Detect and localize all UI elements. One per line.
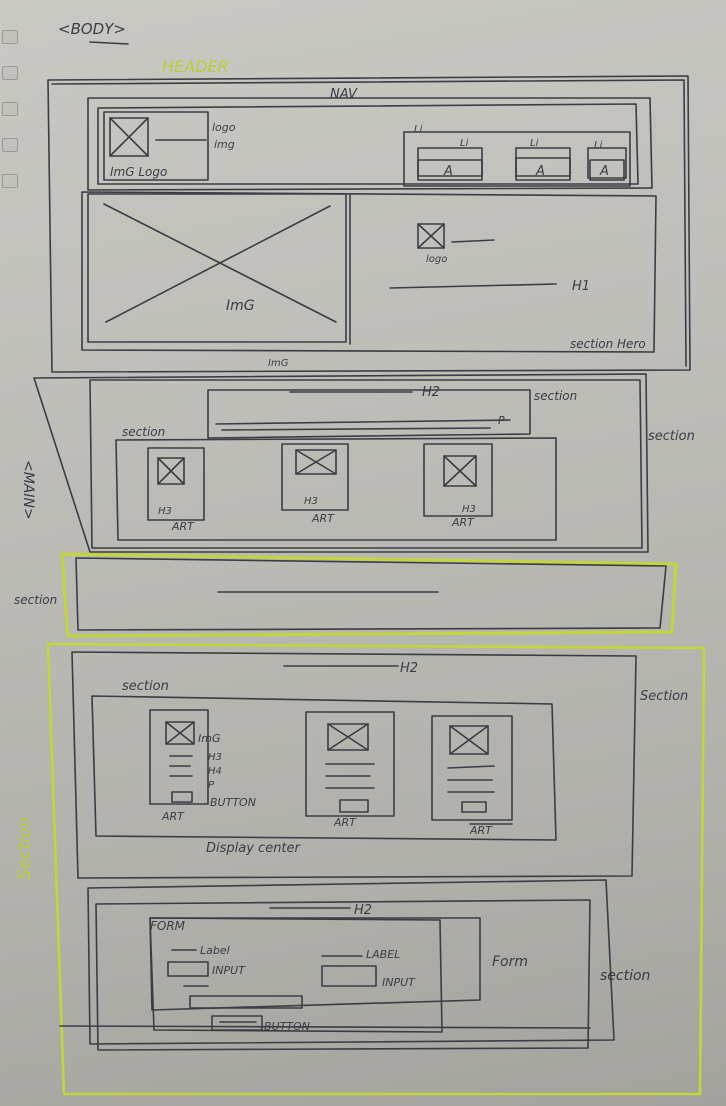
logo-label: logo — [212, 121, 236, 134]
h4-label: H4 — [208, 766, 222, 777]
li-label: Li — [530, 138, 539, 149]
img-logo-label: ImG Logo — [110, 165, 167, 179]
section-banner-label: section — [14, 593, 57, 607]
field-label: Label — [200, 944, 230, 957]
art-label: ART — [451, 516, 475, 529]
img-small-label: img — [214, 138, 235, 151]
section-label: section — [534, 389, 577, 403]
section-label: section — [122, 425, 165, 439]
h3-label: H3 — [304, 496, 318, 507]
art-label: ART — [311, 512, 335, 525]
section-hero-label: section Hero — [570, 337, 646, 351]
product-card — [431, 715, 513, 821]
body-underline — [89, 41, 129, 45]
p-label: P — [208, 780, 215, 791]
card-button[interactable] — [171, 791, 193, 803]
art-label: ART — [171, 520, 195, 533]
li-label: Li — [460, 138, 469, 149]
form-label: FORM — [150, 919, 186, 933]
p-label: P — [498, 414, 505, 427]
main-label: <MAIN> — [20, 460, 36, 520]
art-label: ART — [469, 824, 493, 837]
nav-link-a[interactable]: A — [599, 164, 609, 179]
article-card — [423, 443, 493, 517]
h2-label: H2 — [422, 385, 440, 400]
art-label: ART — [333, 816, 357, 829]
card-button[interactable] — [461, 801, 487, 813]
section-banner-frame — [60, 552, 678, 638]
section-big-label: Section — [15, 817, 35, 880]
header-label: HEADER — [162, 57, 229, 76]
wireframe-sketch: <BODY> HEADER NAV logo img ImG Logo Li L… — [14, 20, 706, 1096]
section-form-frame — [87, 879, 615, 1045]
h3-label: H3 — [158, 506, 172, 517]
hero-h1-line — [389, 283, 557, 289]
text-input[interactable] — [167, 961, 209, 977]
art-label: ART — [161, 810, 185, 823]
section-side-label: section — [600, 968, 650, 984]
nav-label: NAV — [330, 87, 358, 102]
hero-logo-label: logo — [426, 254, 447, 265]
submit-button[interactable] — [211, 1015, 263, 1031]
form-side-label: Form — [492, 954, 528, 970]
nav-inner — [97, 103, 639, 185]
product-card — [149, 709, 209, 805]
h3-label: H3 — [208, 752, 222, 763]
input-label: INPUT — [212, 964, 246, 977]
img-card-label: ImG — [198, 732, 220, 745]
img-caption-label: ImG — [268, 358, 289, 369]
text-input[interactable] — [321, 965, 377, 987]
h1-label: H1 — [572, 279, 590, 294]
li-label: Li — [414, 124, 423, 135]
field-label: LABEL — [366, 948, 400, 961]
button-label: BUTTON — [264, 1020, 310, 1033]
h2-label: H2 — [354, 903, 372, 918]
section-side-label: section — [648, 429, 695, 444]
body-label: <BODY> — [58, 20, 126, 38]
nav-link-a[interactable]: A — [535, 164, 545, 179]
section-side-label: Section — [640, 689, 688, 704]
button-label: BUTTON — [210, 796, 256, 809]
input-label: INPUT — [382, 976, 416, 989]
header-frame-inner — [51, 79, 687, 367]
section-heading-box — [207, 389, 531, 439]
h2-label: H2 — [400, 661, 418, 676]
nav-link-a[interactable]: A — [443, 164, 453, 179]
li-label: Li — [594, 140, 603, 151]
display-center-label: Display center — [206, 841, 302, 856]
hero-img-label: ImG — [226, 298, 255, 314]
section-label: section — [122, 679, 169, 694]
hero-frame — [81, 191, 657, 353]
h3-label: H3 — [462, 504, 476, 515]
card-button[interactable] — [339, 799, 369, 813]
